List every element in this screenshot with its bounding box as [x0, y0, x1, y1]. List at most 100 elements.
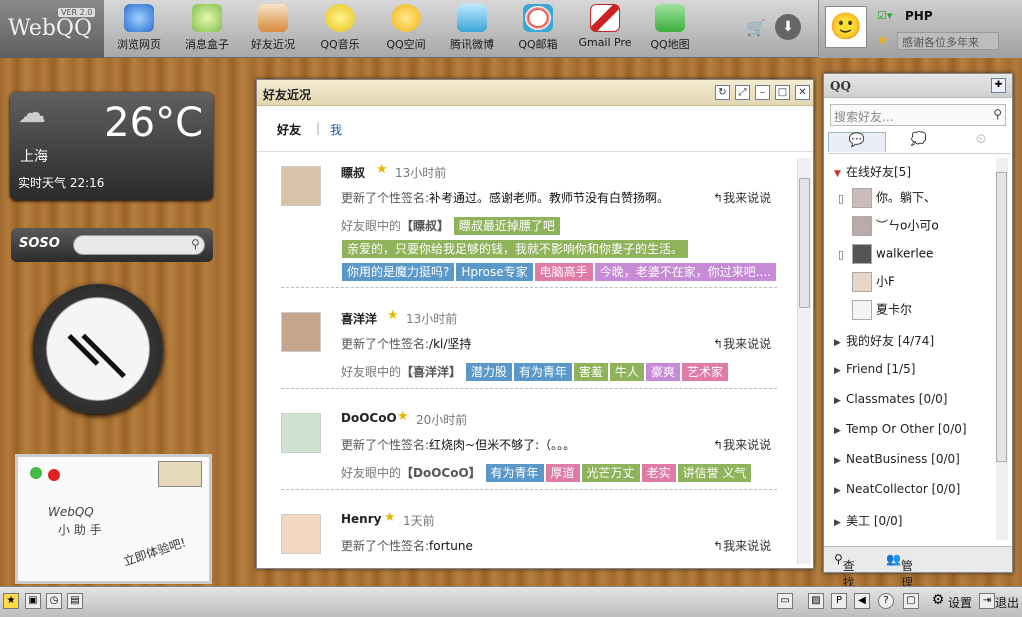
- group-my-friends[interactable]: ▶ 我的好友 [4/74]: [834, 332, 934, 349]
- tag[interactable]: 艺术家: [681, 363, 728, 381]
- tab-friends[interactable]: 好友: [277, 121, 301, 138]
- manage-button[interactable]: 👥 管理: [886, 552, 913, 590]
- tag[interactable]: 有为青年: [485, 464, 544, 482]
- tab-me[interactable]: 我: [330, 121, 342, 138]
- help-icon[interactable]: ?: [878, 593, 894, 609]
- volume-icon[interactable]: ◀: [854, 593, 870, 609]
- tag[interactable]: 有为青年: [513, 363, 572, 381]
- friend-name[interactable]: Henry: [341, 512, 381, 526]
- search-icon[interactable]: ⚲: [191, 237, 200, 251]
- search-icon[interactable]: ⚲: [993, 107, 1002, 121]
- panel-header[interactable]: QQ ✚: [824, 74, 1012, 98]
- tag[interactable]: 牛人: [609, 363, 644, 381]
- restore-icon[interactable]: ⤢: [735, 85, 750, 100]
- group-temp-or-other[interactable]: ▶ Temp Or Other [0/0]: [834, 422, 967, 436]
- screen-icon[interactable]: ▭: [777, 593, 793, 609]
- tag[interactable]: 害羞: [573, 363, 608, 381]
- tag[interactable]: 潜力股: [465, 363, 512, 381]
- exit-icon[interactable]: ⇥: [979, 593, 995, 609]
- tag[interactable]: 光芒万丈: [581, 464, 640, 482]
- friend-item[interactable]: ︶ㄣo小可o: [838, 216, 939, 236]
- app-message-box[interactable]: 消息盒子: [178, 4, 236, 54]
- clock-icon[interactable]: ◷: [46, 593, 62, 609]
- app-friend-news[interactable]: 好友近况: [244, 4, 302, 54]
- city-name[interactable]: 上海: [20, 146, 48, 166]
- friend-name[interactable]: 喜洋洋: [341, 310, 377, 327]
- tag[interactable]: Hprose专家: [456, 263, 533, 281]
- tag[interactable]: 讲信誉 义气: [677, 464, 752, 482]
- app-qq-music[interactable]: QQ音乐: [311, 4, 369, 54]
- tag[interactable]: 老实: [641, 464, 676, 482]
- tag[interactable]: 今晚，老婆不在家，你过来吧....: [594, 263, 776, 281]
- friend-item[interactable]: ▯ 你。躺下、: [838, 188, 936, 208]
- scrollbar-thumb[interactable]: [799, 178, 810, 308]
- feed-scrollbar[interactable]: [797, 158, 811, 564]
- friend-avatar[interactable]: [281, 514, 321, 554]
- tag[interactable]: 厚道: [545, 464, 580, 482]
- reply-link[interactable]: ↰我来说说: [713, 189, 771, 206]
- maximize-icon[interactable]: □: [775, 85, 790, 100]
- friends-scrollbar[interactable]: [996, 158, 1008, 540]
- reply-link[interactable]: ↰我来说说: [713, 537, 771, 554]
- group-friend[interactable]: ▶ Friend [1/5]: [834, 362, 915, 376]
- tag[interactable]: 瞟叔最近掉膘了吧: [453, 217, 560, 235]
- assistant-cta[interactable]: 立即体验吧!: [121, 533, 188, 569]
- friend-item[interactable]: ▯ walkerlee: [838, 244, 933, 264]
- reply-link[interactable]: ↰我来说说: [713, 436, 771, 453]
- desktop-icon[interactable]: ▣: [25, 593, 41, 609]
- friend-name[interactable]: 瞟叔: [341, 164, 365, 181]
- reply-link[interactable]: ↰我来说说: [713, 335, 771, 352]
- tag[interactable]: 豪爽: [645, 363, 680, 381]
- tag[interactable]: 亲爱的，只要你给我足够的钱，我就不影响你和你妻子的生活。: [342, 240, 689, 258]
- group-designers[interactable]: ▶ 美工 [0/0]: [834, 512, 903, 529]
- find-button[interactable]: ⚲ 查找: [834, 552, 855, 590]
- group-neatcollector[interactable]: ▶ NeatCollector [0/0]: [834, 482, 960, 496]
- tag[interactable]: 电脑高手: [534, 263, 593, 281]
- download-icon[interactable]: ⬇: [775, 14, 801, 40]
- friend-item[interactable]: 夏卡尔: [838, 300, 912, 320]
- settings-label[interactable]: 设置: [948, 594, 972, 611]
- online-status-icon[interactable]: ☑▾: [877, 9, 892, 22]
- friend-search-input[interactable]: 搜索好友...: [830, 104, 1006, 126]
- minimize-icon[interactable]: –: [755, 85, 770, 100]
- friend-avatar[interactable]: [281, 413, 321, 453]
- tag[interactable]: 你用的是魔力挺吗?: [342, 263, 455, 281]
- friend-avatar[interactable]: [281, 166, 321, 206]
- image-icon[interactable]: ▤: [67, 593, 83, 609]
- avatar[interactable]: 🙂: [825, 6, 867, 48]
- app-gmail[interactable]: Gmail Pre: [575, 4, 635, 54]
- group-classmates[interactable]: ▶ Classmates [0/0]: [834, 392, 947, 406]
- app-qq-map[interactable]: QQ地图: [641, 4, 699, 54]
- soso-search-input[interactable]: [73, 235, 205, 255]
- gear-icon[interactable]: ⚙: [930, 593, 946, 609]
- tab-friends-icon[interactable]: 💬: [828, 132, 886, 152]
- tab-groups-icon[interactable]: 💭: [890, 132, 948, 152]
- friend-name[interactable]: DoOCoO: [341, 411, 397, 425]
- pin-icon[interactable]: ✚: [991, 78, 1006, 93]
- friend-item[interactable]: 小F: [838, 272, 895, 292]
- refresh-icon[interactable]: ↻: [715, 85, 730, 100]
- app-weibo[interactable]: 腾讯微博: [443, 4, 501, 54]
- app-browser[interactable]: 浏览网页: [110, 4, 168, 54]
- cart-icon[interactable]: 🛒: [746, 18, 768, 37]
- p-icon[interactable]: P: [831, 593, 847, 609]
- lock-icon[interactable]: ▢: [903, 593, 919, 609]
- browser-icon: [124, 4, 154, 32]
- picture-icon[interactable]: ▨: [808, 593, 824, 609]
- logo-text: WebQQ: [8, 16, 92, 41]
- group-neatbusiness[interactable]: ▶ NeatBusiness [0/0]: [834, 452, 960, 466]
- app-qzone[interactable]: QQ空间: [377, 4, 435, 54]
- close-icon[interactable]: ✕: [795, 85, 810, 100]
- friend-avatar[interactable]: [281, 312, 321, 352]
- scrollbar-thumb[interactable]: [996, 172, 1007, 462]
- post-time: 1天前: [403, 514, 435, 528]
- app-qq-mail[interactable]: QQ邮箱: [509, 4, 567, 54]
- group-online[interactable]: ▼ 在线好友[5]: [834, 163, 911, 180]
- signature-field[interactable]: 感谢各位多年来: [897, 32, 999, 50]
- start-icon[interactable]: ★: [3, 593, 19, 609]
- window-titlebar[interactable]: 好友近况 ↻ ⤢ – □ ✕: [257, 80, 813, 106]
- exit-label[interactable]: 退出: [995, 594, 1019, 611]
- tab-recent-icon[interactable]: ⏲: [952, 132, 1010, 152]
- webqq-assistant-widget[interactable]: WebQQ 小 助 手 立即体验吧!: [15, 454, 212, 584]
- taskbar: ★ ▣ ◷ ▤ ▭ ▨ P ◀ ? ▢ ⚙ 设置 ⇥ 退出: [0, 586, 1022, 617]
